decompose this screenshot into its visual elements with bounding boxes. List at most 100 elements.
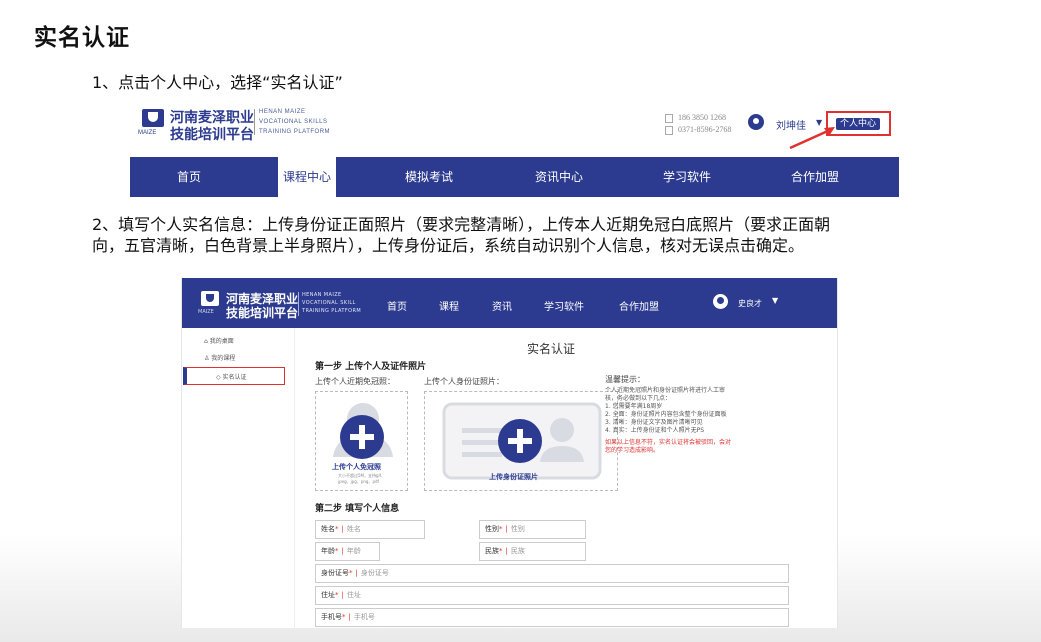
upload-photo-caption: 上传个人免冠照	[332, 463, 381, 471]
field-label: 年龄	[321, 547, 335, 555]
main-content: 实名认证 第一步 上传个人及证件照片 上传个人近期免冠照： 上传个人身份证照片：…	[294, 328, 837, 628]
required-mark: *	[342, 613, 346, 621]
field-placeholder: 住址	[346, 591, 361, 599]
brand-divider	[298, 292, 299, 316]
field-separator: |	[505, 525, 508, 533]
nav-courses[interactable]: 课程	[439, 298, 459, 313]
phone-field[interactable]: 手机号* | 手机号	[315, 608, 789, 627]
brand-en-line3: TRAINING PLATFORM	[302, 308, 362, 314]
phone-number-1: 186 3850 1268	[678, 113, 726, 122]
main-nav: 首页 课程中心 模拟考试 资讯中心 学习软件 合作加盟	[130, 157, 899, 197]
user-name[interactable]: 史良才	[738, 298, 762, 309]
tip-line: 个人近期免冠照片和身份证照片将进行人工审	[605, 387, 726, 394]
tips-warning: 如果以上信息不符，实名认证将会被驳回，会对 您的学习造成影响。	[605, 439, 785, 455]
required-mark: *	[335, 525, 339, 533]
gender-field[interactable]: 性别* | 性别	[479, 520, 586, 539]
label-id: 上传个人身份证照片：	[424, 377, 504, 386]
nav-partner[interactable]: 合作加盟	[619, 298, 659, 313]
brand-en-line1: HENAN MAIZE	[302, 292, 342, 298]
idno-field[interactable]: 身份证号* | 身份证号	[315, 564, 789, 583]
field-label: 民族	[485, 547, 499, 555]
brand-en-line2: VOCATIONAL SKILLS	[259, 119, 328, 125]
user-avatar-icon[interactable]	[748, 114, 764, 130]
nav-item-partner[interactable]: 合作加盟	[756, 157, 874, 197]
required-mark: *	[499, 547, 503, 555]
field-label: 身份证号	[321, 569, 349, 577]
brand-name-line2: 技能培训平台	[226, 306, 299, 320]
field-separator: |	[341, 525, 344, 533]
age-field[interactable]: 年龄* | 年龄	[315, 542, 380, 561]
sidebar-item-label: 我的课程	[211, 355, 236, 362]
tip-warning-line: 您的学习造成影响。	[605, 447, 660, 454]
upload-photo-box[interactable]: 上传个人免冠照 大小不超过5M，支持gif、 jpeg、jpg、png、pdf	[315, 391, 408, 491]
content-title: 实名认证	[527, 342, 576, 356]
required-mark: *	[499, 525, 503, 533]
brand-en-line1: HENAN MAIZE	[259, 109, 306, 115]
tip-line: 核，务必做到以下几点：	[605, 395, 672, 402]
brand-en-line2: VOCATIONAL SKILL	[302, 300, 356, 306]
step1-instruction: 1、点击个人中心，选择“实名认证”	[92, 73, 343, 92]
field-placeholder: 身份证号	[360, 569, 389, 577]
nav-home[interactable]: 首页	[387, 298, 407, 313]
page-title: 实名认证	[34, 25, 130, 51]
field-label: 住址	[321, 591, 335, 599]
field-placeholder: 手机号	[353, 613, 375, 621]
brand-en-line3: TRAINING PLATFORM	[259, 129, 331, 135]
logo-subtext: MAIZE	[138, 130, 157, 136]
nav-news[interactable]: 资讯	[492, 298, 512, 313]
tips-title: 温馨提示：	[605, 375, 645, 384]
required-mark: *	[349, 569, 353, 577]
field-separator: |	[341, 547, 344, 555]
ethnic-field[interactable]: 民族* | 民族	[479, 542, 586, 561]
field-label: 手机号	[321, 613, 342, 621]
upload-id-caption: 上传身份证照片	[489, 473, 538, 481]
nav-item-exam[interactable]: 模拟考试	[370, 157, 488, 197]
nav-item-courses[interactable]: 课程中心	[278, 157, 336, 197]
field-separator: |	[355, 569, 358, 577]
required-mark: *	[335, 547, 339, 555]
address-field[interactable]: 住址* | 住址	[315, 586, 789, 605]
field-label: 姓名	[321, 525, 335, 533]
user-avatar-icon[interactable]	[713, 294, 728, 309]
tip-line: 4. 真实：上传身份证和个人照片无PS	[605, 427, 705, 434]
name-field[interactable]: 姓名* | 姓名	[315, 520, 425, 539]
personal-center-button[interactable]: 个人中心	[836, 118, 880, 130]
phone-number-2: 0371-8596-2768	[678, 125, 732, 134]
telephone-icon	[665, 126, 673, 135]
tip-warning-line: 如果以上信息不符，实名认证将会被驳回，会对	[605, 439, 732, 446]
sidebar-item-verification[interactable]: ◇ 实名认证	[216, 372, 247, 381]
required-mark: *	[335, 591, 339, 599]
label-photo: 上传个人近期免冠照：	[315, 377, 395, 386]
plus-icon	[498, 419, 542, 463]
field-separator: |	[341, 591, 344, 599]
brand-name-line2: 技能培训平台	[170, 127, 254, 143]
caret-down-icon[interactable]: ▼	[772, 296, 778, 305]
upload-hint-line2: jpeg、jpg、png、pdf	[338, 479, 379, 484]
upload-photo-hint: 大小不超过5M，支持gif、 jpeg、jpg、png、pdf	[338, 473, 385, 485]
nav-item-news[interactable]: 资讯中心	[500, 157, 618, 197]
field-separator: |	[505, 547, 508, 555]
tip-line: 1. 您需要年满18周岁	[605, 403, 663, 410]
maize-logo-icon	[201, 291, 219, 306]
field-placeholder: 民族	[510, 547, 525, 555]
nav-software[interactable]: 学习软件	[544, 298, 584, 313]
step2-line2: 向，五官清晰，白色背景上半身照片），上传身份证后，系统自动识别个人信息，核对无误…	[92, 236, 805, 255]
sidebar: ⌂ 我的桌面 ♙ 我的课程 ◇ 实名认证	[182, 328, 292, 628]
tips-panel: 温馨提示： 个人近期免冠照片和身份证照片将进行人工审 核，务必做到以下几点： 1…	[605, 376, 785, 455]
plus-icon	[340, 415, 384, 459]
sidebar-item-desktop[interactable]: ⌂ 我的桌面	[204, 336, 234, 345]
step2-instruction: 2、填写个人实名信息：上传身份证正面照片（要求完整清晰），上传本人近期免冠白底照…	[92, 214, 1027, 256]
field-placeholder: 年龄	[346, 547, 361, 555]
sidebar-item-courses[interactable]: ♙ 我的课程	[204, 353, 235, 362]
mobile-phone-icon	[665, 114, 673, 123]
screenshot-header: MAIZE 河南麦泽职业 技能培训平台 HENAN MAIZE VOCATION…	[130, 100, 899, 197]
tip-line: 2. 全面：身份证照片内容包含整个身份证面板	[605, 411, 727, 418]
sidebar-item-label: 实名认证	[222, 374, 247, 381]
nav-item-home[interactable]: 首页	[130, 157, 248, 197]
field-placeholder: 性别	[510, 525, 525, 533]
upload-id-box[interactable]: 上传身份证照片	[424, 391, 618, 491]
nav-item-software[interactable]: 学习软件	[628, 157, 746, 197]
step1-title: 第一步 上传个人及证件照片	[315, 362, 427, 372]
sidebar-item-label: 我的桌面	[209, 338, 234, 345]
step2-line1: 2、填写个人实名信息：上传身份证正面照片（要求完整清晰），上传本人近期免冠白底照…	[92, 215, 831, 234]
